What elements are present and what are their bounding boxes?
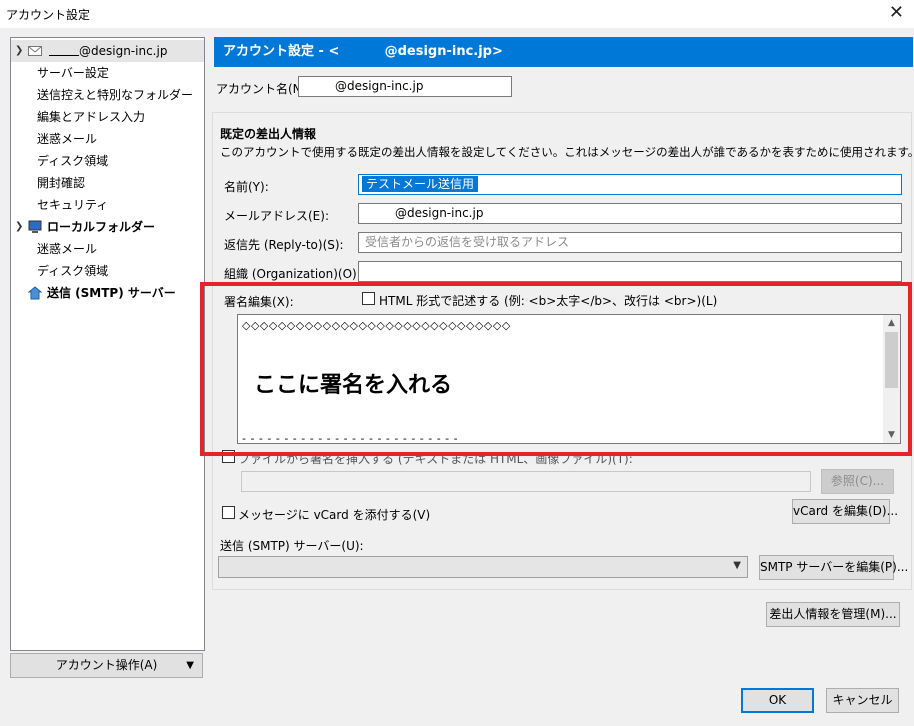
name-label: 名前(Y): <box>224 180 269 194</box>
tree-item-local-disk-space[interactable]: ディスク領域 <box>11 260 204 282</box>
tree-item-smtp-server[interactable]: 送信 (SMTP) サーバー <box>11 282 204 304</box>
chevron-down-icon[interactable]: ❯ <box>15 216 23 238</box>
tree-item-label: ディスク領域 <box>37 264 109 278</box>
account-name-label: アカウント名(N): <box>216 82 311 96</box>
browse-button: 参照(C)... <box>821 469 894 494</box>
close-icon[interactable]: ✕ <box>889 2 904 23</box>
signature-line-bottom: - - - - - - - - - - - - - - - - - - - - … <box>242 432 459 444</box>
tree-item-label: ローカルフォルダー <box>47 220 156 234</box>
tree-item-server-settings[interactable]: サーバー設定 <box>11 62 204 84</box>
tree-item-copies-folders[interactable]: 送信控えと特別なフォルダー <box>11 84 204 106</box>
reply-to-label: 返信先 (Reply-to)(S): <box>224 238 344 252</box>
tree-item-label: 開封確認 <box>37 176 86 190</box>
smtp-label: 送信 (SMTP) サーバー(U): <box>220 539 364 553</box>
signature-textarea[interactable]: ◇◇◇◇◇◇◇◇◇◇◇◇◇◇◇◇◇◇◇◇◇◇◇◇◇◇◇◇◇◇ ここに署名を入れる… <box>237 314 901 444</box>
smtp-server-select[interactable]: ▼ <box>218 556 748 578</box>
tree-item-label: セキュリティ <box>37 198 109 212</box>
organization-field[interactable] <box>358 261 902 282</box>
computer-icon <box>28 220 42 233</box>
title-bar: アカウント設定 ✕ <box>0 0 914 28</box>
name-value: テストメール送信用 <box>362 176 479 192</box>
name-field[interactable]: テストメール送信用 <box>358 174 902 195</box>
chevron-down-icon: ▼ <box>186 660 194 671</box>
tree-item-receipts[interactable]: 開封確認 <box>11 172 204 194</box>
tree-item-label: 送信控えと特別なフォルダー <box>37 88 194 102</box>
tree-item-junk[interactable]: 迷惑メール <box>11 128 204 150</box>
manage-identities-button[interactable]: 差出人情報を管理(M)... <box>766 602 900 627</box>
email-field[interactable]: @design-inc.jp <box>358 203 902 224</box>
identity-title: 既定の差出人情報 <box>220 127 317 141</box>
chevron-down-icon: ▼ <box>733 560 741 571</box>
scroll-down-icon[interactable]: ▼ <box>883 427 900 443</box>
mail-account-icon <box>28 46 42 56</box>
signature-body-text: ここに署名を入れる <box>254 373 453 398</box>
tree-item-label: 迷惑メール <box>37 132 98 146</box>
account-name-field[interactable]: @design-inc.jp <box>298 76 512 97</box>
identity-description: このアカウントで使用する既定の差出人情報を設定してください。これはメッセージの差… <box>220 145 914 159</box>
tree-item-security[interactable]: セキュリティ <box>11 194 204 216</box>
tree-item-composition[interactable]: 編集とアドレス入力 <box>11 106 204 128</box>
tree-item-label: サーバー設定 <box>37 66 109 80</box>
signature-line-top: ◇◇◇◇◇◇◇◇◇◇◇◇◇◇◇◇◇◇◇◇◇◇◇◇◇◇◇◇◇◇ <box>242 319 511 332</box>
tree-item-label: 編集とアドレス入力 <box>37 110 146 124</box>
signature-scrollbar[interactable]: ▲ ▼ <box>883 315 900 443</box>
edit-vcard-button[interactable]: vCard を編集(D)... <box>792 499 898 524</box>
account-actions-button[interactable]: アカウント操作(A) ▼ <box>10 653 203 678</box>
scrollbar-thumb[interactable] <box>885 332 898 388</box>
html-format-checkbox[interactable] <box>362 292 375 305</box>
signature-file-label[interactable]: ファイルから署名を挿入する (テキストまたは HTML、画像ファイル)(T): <box>238 450 633 467</box>
chevron-down-icon[interactable]: ❯ <box>15 40 23 62</box>
account-actions-label: アカウント操作(A) <box>55 658 158 672</box>
organization-label: 組織 (Organization)(O): <box>224 267 361 281</box>
tree-item-disk-space[interactable]: ディスク領域 <box>11 150 204 172</box>
tree-item-local-junk[interactable]: 迷惑メール <box>11 238 204 260</box>
smtp-server-icon <box>28 286 42 300</box>
html-format-checkbox-label[interactable]: HTML 形式で記述する (例: <b>太字</b>、改行は <br>)(L) <box>379 292 717 309</box>
tree-item-label: @design-inc.jp <box>49 40 167 62</box>
tree-item-label: 送信 (SMTP) サーバー <box>47 286 176 300</box>
cancel-button[interactable]: キャンセル <box>826 688 899 713</box>
vcard-checkbox[interactable] <box>222 506 235 519</box>
tree-item-label: 迷惑メール <box>37 242 98 256</box>
email-label: メールアドレス(E): <box>224 209 329 223</box>
reply-to-field[interactable]: 受信者からの返信を受け取るアドレス <box>358 232 902 253</box>
ok-button[interactable]: OK <box>741 688 814 713</box>
signature-file-path-field <box>241 471 811 492</box>
tree-item-local-folders[interactable]: ❯ ローカルフォルダー <box>11 216 204 238</box>
signature-label: 署名編集(X): <box>224 295 294 309</box>
vcard-checkbox-label[interactable]: メッセージに vCard を添付する(V) <box>238 506 430 523</box>
account-settings-window: アカウント設定 ✕ ❯ @design-inc.jp サーバー設定 送信控えと特… <box>0 0 914 726</box>
tree-item-label: ディスク領域 <box>37 154 109 168</box>
tree-item-account[interactable]: ❯ @design-inc.jp <box>11 40 204 62</box>
edit-smtp-button[interactable]: SMTP サーバーを編集(P)... <box>759 555 908 580</box>
signature-file-checkbox[interactable] <box>222 450 235 463</box>
scroll-up-icon[interactable]: ▲ <box>883 315 900 331</box>
window-title: アカウント設定 <box>6 8 91 22</box>
account-tree[interactable]: ❯ @design-inc.jp サーバー設定 送信控えと特別なフォルダー 編集… <box>10 37 205 651</box>
page-title: アカウント設定 - < @design-inc.jp> <box>214 37 913 67</box>
